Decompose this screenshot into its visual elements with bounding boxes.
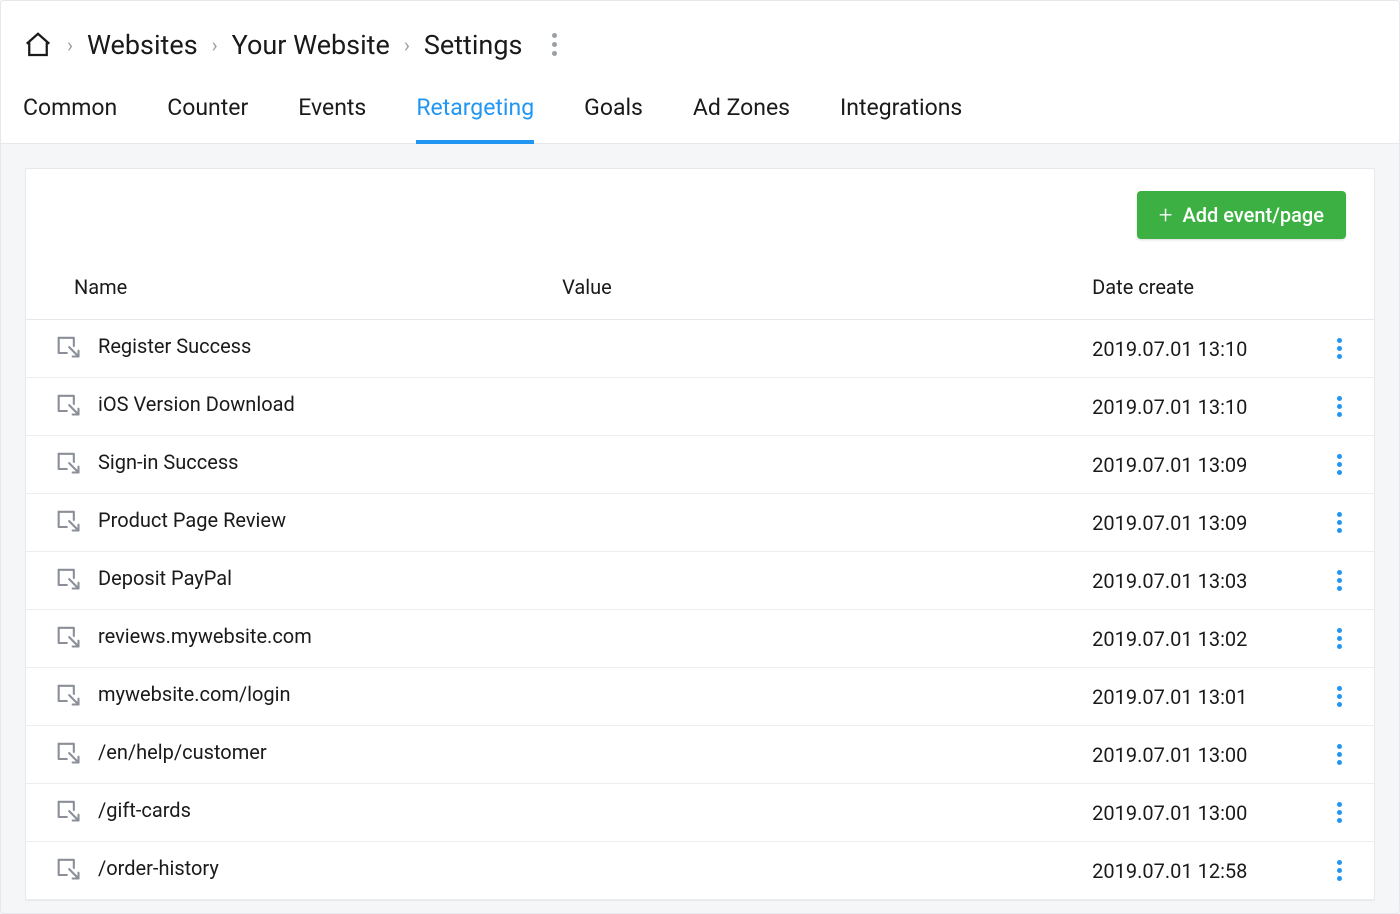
- row-actions-menu[interactable]: [1333, 506, 1346, 539]
- events-card: + Add event/page Name Value Date create …: [25, 168, 1375, 901]
- table-row[interactable]: reviews.mywebsite.com 2019.07.01 13:02: [26, 610, 1374, 668]
- col-header-actions: [1305, 257, 1374, 320]
- row-date: 2019.07.01 13:01: [1064, 668, 1305, 726]
- breadcrumb-settings[interactable]: Settings: [424, 29, 523, 61]
- row-actions-menu[interactable]: [1333, 390, 1346, 423]
- events-table: Name Value Date create Register Success 2…: [26, 257, 1374, 900]
- row-actions-menu[interactable]: [1333, 622, 1346, 655]
- page-cursor-icon: [54, 622, 82, 650]
- row-name: mywebsite.com/login: [98, 682, 291, 706]
- page-cursor-icon: [54, 738, 82, 766]
- row-value: [534, 784, 1064, 842]
- tab-counter[interactable]: Counter: [167, 94, 248, 143]
- row-date: 2019.07.01 13:03: [1064, 552, 1305, 610]
- card-toolbar: + Add event/page: [26, 169, 1374, 257]
- tab-bar: Common Counter Events Retargeting Goals …: [1, 70, 1399, 143]
- row-actions-menu[interactable]: [1333, 448, 1346, 481]
- table-row[interactable]: /order-history 2019.07.01 12:58: [26, 842, 1374, 900]
- table-row[interactable]: Deposit PayPal 2019.07.01 13:03: [26, 552, 1374, 610]
- tab-ad-zones[interactable]: Ad Zones: [693, 94, 790, 143]
- row-name: Product Page Review: [98, 508, 286, 532]
- row-actions-menu[interactable]: [1333, 680, 1346, 713]
- table-row[interactable]: iOS Version Download 2019.07.01 13:10: [26, 378, 1374, 436]
- row-actions-menu[interactable]: [1333, 738, 1346, 771]
- row-date: 2019.07.01 13:10: [1064, 378, 1305, 436]
- row-actions-menu[interactable]: [1333, 796, 1346, 829]
- row-name: iOS Version Download: [98, 392, 295, 416]
- page-cursor-icon: [54, 332, 82, 360]
- row-actions-menu[interactable]: [1333, 332, 1346, 365]
- home-icon[interactable]: [23, 30, 53, 60]
- app-root: › Websites › Your Website › Settings Com…: [0, 0, 1400, 914]
- breadcrumb-websites[interactable]: Websites: [87, 29, 198, 61]
- row-name: /gift-cards: [98, 798, 191, 822]
- plus-icon: +: [1159, 203, 1173, 227]
- row-name: Register Success: [98, 334, 251, 358]
- page-cursor-icon: [54, 506, 82, 534]
- table-row[interactable]: /gift-cards 2019.07.01 13:00: [26, 784, 1374, 842]
- row-name: /order-history: [98, 856, 219, 880]
- row-value: [534, 842, 1064, 900]
- tab-integrations[interactable]: Integrations: [840, 94, 962, 143]
- page-header: › Websites › Your Website › Settings Com…: [1, 1, 1399, 144]
- row-value: [534, 494, 1064, 552]
- row-date: 2019.07.01 13:09: [1064, 436, 1305, 494]
- col-header-date: Date create: [1064, 257, 1305, 320]
- tab-retargeting[interactable]: Retargeting: [416, 94, 534, 143]
- breadcrumb: › Websites › Your Website › Settings: [1, 1, 1399, 70]
- row-value: [534, 552, 1064, 610]
- table-row[interactable]: Register Success 2019.07.01 13:10: [26, 320, 1374, 378]
- row-value: [534, 726, 1064, 784]
- col-header-value: Value: [534, 257, 1064, 320]
- row-actions-menu[interactable]: [1333, 854, 1346, 887]
- breadcrumb-your-website[interactable]: Your Website: [232, 29, 390, 61]
- chevron-right-icon: ›: [404, 33, 410, 57]
- row-value: [534, 436, 1064, 494]
- row-name: Sign-in Success: [98, 450, 239, 474]
- row-name: reviews.mywebsite.com: [98, 624, 312, 648]
- chevron-right-icon: ›: [67, 33, 73, 57]
- content-area: + Add event/page Name Value Date create …: [1, 144, 1399, 914]
- row-name: Deposit PayPal: [98, 566, 232, 590]
- table-row[interactable]: /en/help/customer 2019.07.01 13:00: [26, 726, 1374, 784]
- row-actions-menu[interactable]: [1333, 564, 1346, 597]
- row-date: 2019.07.01 13:00: [1064, 784, 1305, 842]
- breadcrumb-more-menu[interactable]: [546, 27, 563, 62]
- add-event-button[interactable]: + Add event/page: [1137, 191, 1346, 239]
- add-event-label: Add event/page: [1182, 203, 1324, 227]
- chevron-right-icon: ›: [212, 33, 218, 57]
- table-row[interactable]: Product Page Review 2019.07.01 13:09: [26, 494, 1374, 552]
- page-cursor-icon: [54, 448, 82, 476]
- row-date: 2019.07.01 13:00: [1064, 726, 1305, 784]
- page-cursor-icon: [54, 680, 82, 708]
- tab-common[interactable]: Common: [23, 94, 117, 143]
- page-cursor-icon: [54, 564, 82, 592]
- row-date: 2019.07.01 12:58: [1064, 842, 1305, 900]
- page-cursor-icon: [54, 796, 82, 824]
- row-value: [534, 378, 1064, 436]
- tab-goals[interactable]: Goals: [584, 94, 643, 143]
- row-date: 2019.07.01 13:10: [1064, 320, 1305, 378]
- row-date: 2019.07.01 13:02: [1064, 610, 1305, 668]
- row-date: 2019.07.01 13:09: [1064, 494, 1305, 552]
- row-value: [534, 610, 1064, 668]
- row-value: [534, 320, 1064, 378]
- table-row[interactable]: mywebsite.com/login 2019.07.01 13:01: [26, 668, 1374, 726]
- table-row[interactable]: Sign-in Success 2019.07.01 13:09: [26, 436, 1374, 494]
- row-value: [534, 668, 1064, 726]
- page-cursor-icon: [54, 854, 82, 882]
- row-name: /en/help/customer: [98, 740, 267, 764]
- tab-events[interactable]: Events: [298, 94, 366, 143]
- col-header-name: Name: [26, 257, 534, 320]
- page-cursor-icon: [54, 390, 82, 418]
